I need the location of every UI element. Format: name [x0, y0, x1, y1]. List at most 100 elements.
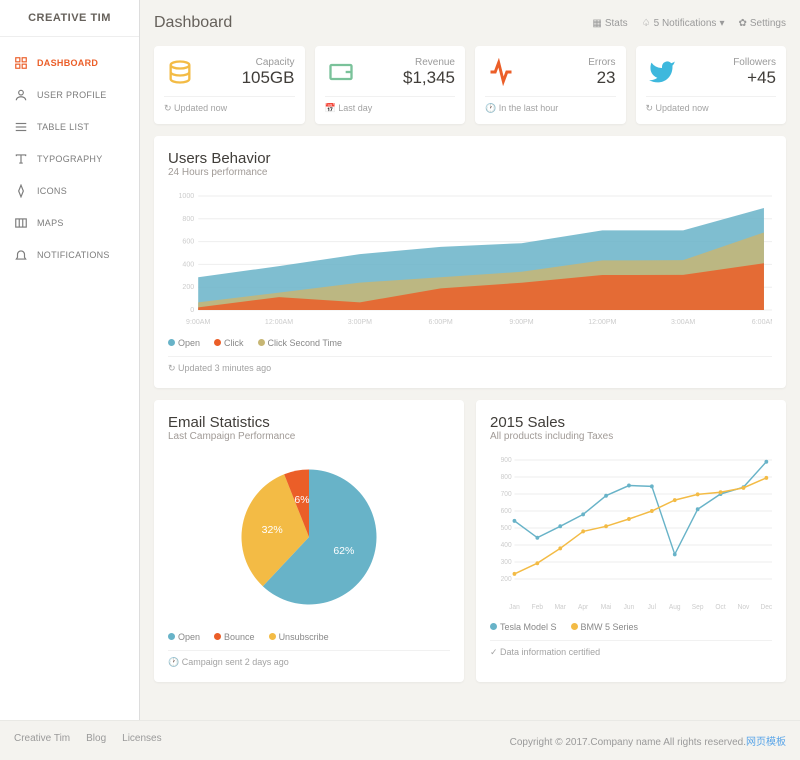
svg-text:9:00PM: 9:00PM	[509, 319, 533, 326]
svg-text:Feb: Feb	[532, 604, 544, 611]
svg-text:700: 700	[501, 491, 512, 498]
svg-text:200: 200	[501, 576, 512, 583]
sidebar-item-table-list[interactable]: TABLE LIST	[0, 111, 139, 143]
svg-text:600: 600	[182, 239, 194, 246]
stat-card-followers: Followers+45 ↻ Updated now	[636, 46, 787, 124]
card-footer: 🕐 Campaign sent 2 days ago	[168, 650, 450, 668]
svg-text:Apr: Apr	[578, 604, 589, 611]
sidebar-nav: DASHBOARD USER PROFILE TABLE LIST TYPOGR…	[0, 37, 139, 281]
sidebar-item-typography[interactable]: TYPOGRAPHY	[0, 143, 139, 175]
main-content: Dashboard ▦ Stats ♤ 5 Notifications ▾ ✿ …	[140, 0, 800, 720]
sidebar-item-label: TYPOGRAPHY	[37, 154, 103, 164]
line-chart: 200300400500600700800900JanFebMarAprMaiJ…	[490, 452, 772, 612]
stat-label: Revenue	[403, 57, 455, 68]
svg-text:12:00AM: 12:00AM	[265, 319, 293, 326]
legend-item: Open	[168, 632, 200, 642]
legend: Open Bounce Unsubscribe	[168, 632, 450, 642]
svg-text:6:00PM: 6:00PM	[429, 319, 453, 326]
stat-footer: 📅 Last day	[325, 96, 456, 114]
card-subtitle: 24 Hours performance	[168, 167, 772, 178]
sidebar-item-notifications[interactable]: NOTIFICATIONS	[0, 239, 139, 271]
svg-text:62%: 62%	[333, 545, 354, 557]
legend-item: Click Second Time	[258, 338, 343, 348]
list-icon	[14, 120, 28, 134]
sidebar-item-label: USER PROFILE	[37, 90, 107, 100]
sidebar-item-label: MAPS	[37, 218, 64, 228]
legend-item: Bounce	[214, 632, 255, 642]
svg-text:9:00AM: 9:00AM	[186, 319, 210, 326]
svg-text:Dec: Dec	[761, 604, 772, 611]
svg-text:400: 400	[501, 542, 512, 549]
svg-text:900: 900	[501, 457, 512, 464]
svg-text:800: 800	[501, 474, 512, 481]
svg-text:Aug: Aug	[669, 604, 681, 611]
footer: Creative Tim Blog Licenses Copyright © 2…	[0, 720, 800, 760]
stat-value: 105GB	[242, 68, 295, 88]
footer-link[interactable]: Creative Tim	[14, 733, 70, 748]
sidebar-item-icons[interactable]: ICONS	[0, 175, 139, 207]
legend-item: Open	[168, 338, 200, 348]
page-title: Dashboard	[154, 14, 232, 32]
stat-label: Followers	[733, 57, 776, 68]
stat-label: Capacity	[242, 57, 295, 68]
area-chart: 020040060080010009:00AM12:00AM3:00PM6:00…	[168, 188, 772, 328]
svg-text:Mar: Mar	[555, 604, 567, 611]
legend-item: Click	[214, 338, 244, 348]
stat-card-errors: Errors23 🕐 In the last hour	[475, 46, 626, 124]
svg-text:Nov: Nov	[738, 604, 750, 611]
svg-text:Jul: Jul	[648, 604, 657, 611]
pie-chart: 62% 32% 6%	[168, 452, 450, 622]
stat-label: Errors	[588, 57, 615, 68]
svg-text:Oct: Oct	[715, 604, 725, 611]
svg-text:3:00AM: 3:00AM	[671, 319, 695, 326]
pulse-icon	[485, 56, 517, 88]
bell-icon	[14, 248, 28, 262]
users-behavior-card: Users Behavior 24 Hours performance 0200…	[154, 136, 786, 388]
svg-text:200: 200	[182, 284, 194, 291]
stats-button[interactable]: ▦ Stats	[592, 18, 627, 29]
top-actions: ▦ Stats ♤ 5 Notifications ▾ ✿ Settings	[592, 18, 786, 29]
svg-text:500: 500	[501, 525, 512, 532]
sales-card: 2015 Sales All products including Taxes …	[476, 400, 786, 682]
legend-item: BMW 5 Series	[571, 622, 639, 632]
card-title: Email Statistics	[168, 414, 450, 431]
card-footer: ✓ Data information certified	[490, 640, 772, 658]
pen-icon	[14, 184, 28, 198]
stat-card-capacity: Capacity105GB ↻ Updated now	[154, 46, 305, 124]
twitter-icon	[646, 56, 678, 88]
stat-footer: 🕐 In the last hour	[485, 96, 616, 114]
email-stats-card: Email Statistics Last Campaign Performan…	[154, 400, 464, 682]
sidebar-item-user-profile[interactable]: USER PROFILE	[0, 79, 139, 111]
sidebar-item-label: TABLE LIST	[37, 122, 89, 132]
settings-button[interactable]: ✿ Settings	[738, 18, 786, 29]
footer-link[interactable]: Licenses	[122, 733, 161, 748]
sidebar-item-label: NOTIFICATIONS	[37, 250, 110, 260]
svg-text:6%: 6%	[294, 494, 309, 506]
card-title: 2015 Sales	[490, 414, 772, 431]
user-icon	[14, 88, 28, 102]
sidebar-item-dashboard[interactable]: DASHBOARD	[0, 47, 139, 79]
card-footer: ↻ Updated 3 minutes ago	[168, 356, 772, 374]
stat-footer: ↻ Updated now	[646, 96, 777, 114]
stat-footer: ↻ Updated now	[164, 96, 295, 114]
svg-text:32%: 32%	[262, 524, 283, 536]
grid-icon	[14, 56, 28, 70]
database-icon	[164, 56, 196, 88]
sidebar-item-label: DASHBOARD	[37, 58, 98, 68]
type-icon	[14, 152, 28, 166]
svg-text:Jan: Jan	[509, 604, 520, 611]
stats-row: Capacity105GB ↻ Updated now Revenue$1,34…	[154, 46, 786, 124]
svg-text:Mai: Mai	[601, 604, 612, 611]
legend: Tesla Model S BMW 5 Series	[490, 622, 772, 632]
sidebar-item-maps[interactable]: MAPS	[0, 207, 139, 239]
svg-text:800: 800	[182, 216, 194, 223]
legend-item: Unsubscribe	[269, 632, 329, 642]
card-subtitle: Last Campaign Performance	[168, 431, 450, 442]
footer-link[interactable]: Blog	[86, 733, 106, 748]
brand-logo[interactable]: CREATIVE TIM	[0, 0, 139, 37]
footer-template-link[interactable]: 网页模板	[746, 737, 786, 748]
svg-text:3:00PM: 3:00PM	[348, 319, 372, 326]
notifications-dropdown[interactable]: ♤ 5 Notifications ▾	[642, 18, 725, 29]
wallet-icon	[325, 56, 357, 88]
stat-value: +45	[733, 68, 776, 88]
